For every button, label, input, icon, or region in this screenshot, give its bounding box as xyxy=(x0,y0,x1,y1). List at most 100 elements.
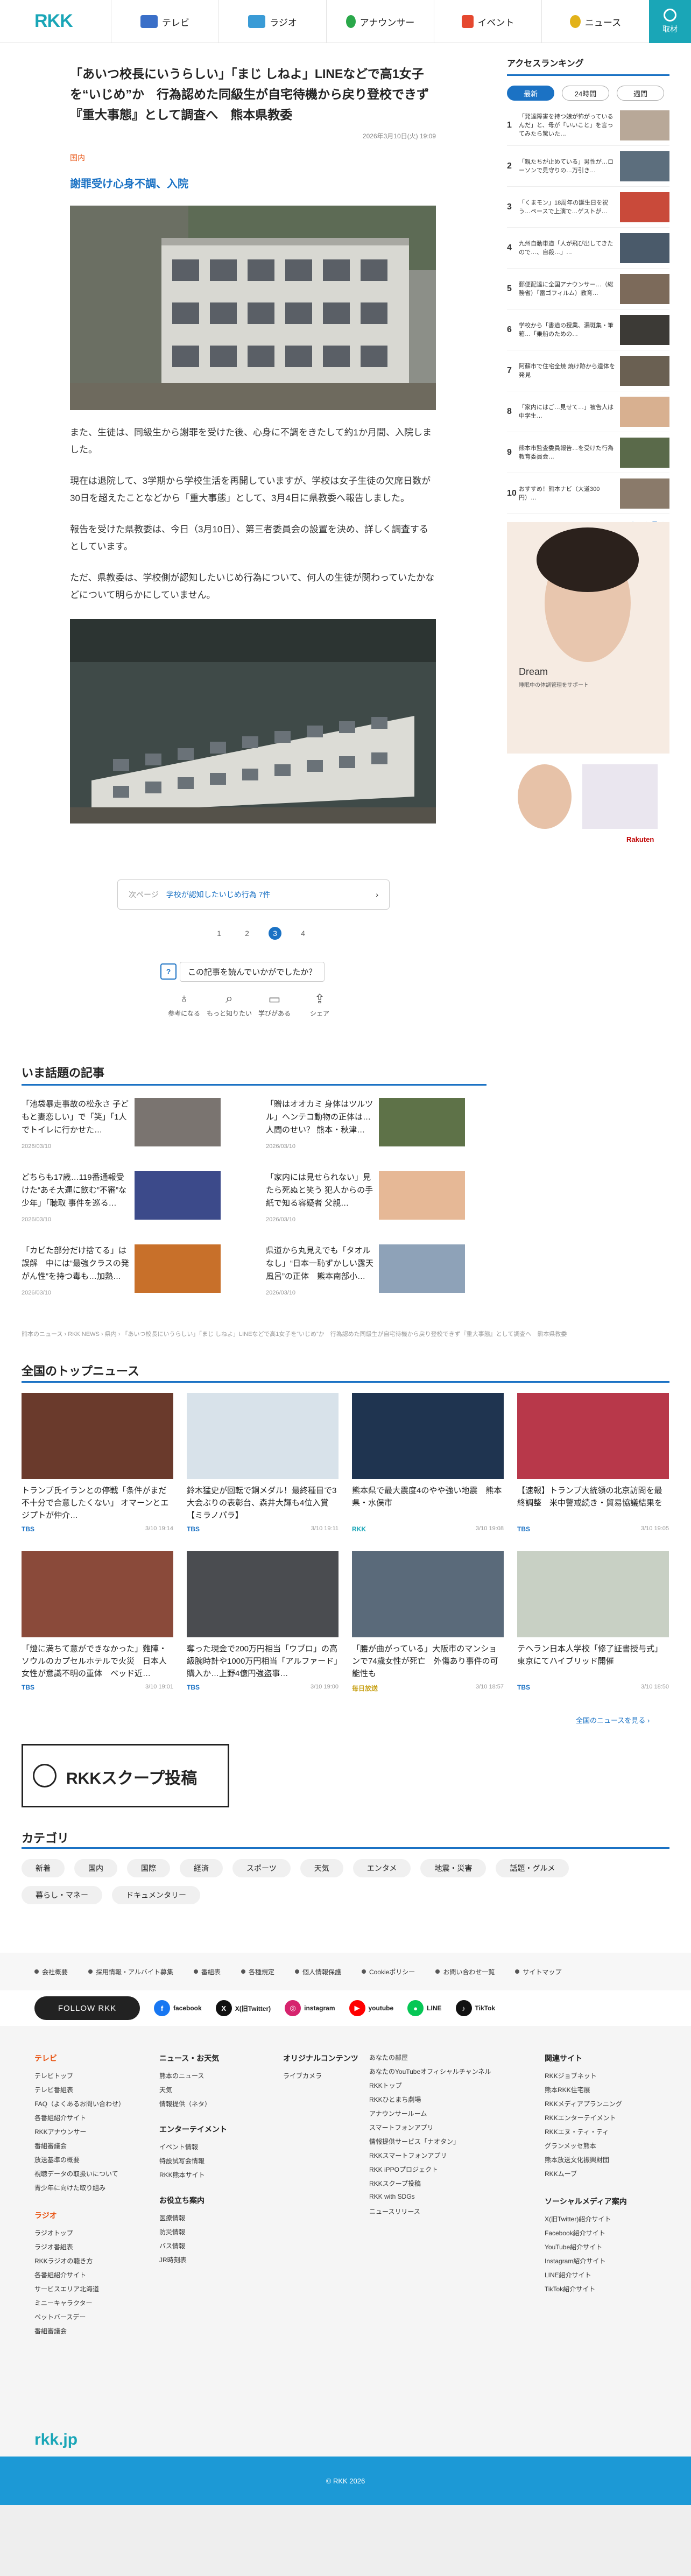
news-card[interactable]: 鈴木猛史が回転で銅メダル！最終種目で3大会ぶりの表彰台、森井大輝も4位入賞【ミラ… xyxy=(187,1393,339,1533)
sitemap-link[interactable]: 医療情報 xyxy=(159,2213,227,2227)
trending-item[interactable]: 「池袋暴走事故の松永さ 子どもと妻恋しい」で「笑」「1人でトイレに行かせた… 20… xyxy=(22,1098,227,1158)
news-card[interactable]: テヘラン日本人学校「修了証書授与式」東京にてハイブリッド開催 TBS 3/10 18… xyxy=(517,1551,669,1691)
sitemap-link[interactable]: FAQ（よくあるお問い合わせ） xyxy=(34,2099,125,2113)
category-chip[interactable]: 新着 xyxy=(22,1859,65,1877)
reaction-helpful[interactable]: ♁ 参考になる xyxy=(161,991,207,1018)
ranking-item[interactable]: 9 熊本市監査委員報告…を受けた行為教育委員会… xyxy=(507,432,669,473)
category-chip[interactable]: 暮らし・マネー xyxy=(22,1886,102,1904)
sitemap-link[interactable]: RKK with SDGs xyxy=(369,2193,491,2207)
sitemap-link[interactable]: 防災情報 xyxy=(159,2227,227,2241)
sitemap-link[interactable]: スマートフォンアプリ xyxy=(369,2123,491,2137)
ranking-item[interactable]: 2 「親たちが止めている」男性が…ローソンで見守りの…万引き… xyxy=(507,146,669,187)
footer-link[interactable]: 会社概要 xyxy=(34,1967,68,1976)
sitemap-link[interactable]: イベント情報 xyxy=(159,2142,227,2156)
news-card[interactable]: 「腰が曲がっている」大阪市のマンションで74歳女性が死亡 外傷あり事件の可能性も… xyxy=(352,1551,504,1693)
sitemap-link[interactable]: テレビトップ xyxy=(34,2071,125,2085)
sitemap-link[interactable]: ライブカメラ xyxy=(283,2071,358,2085)
sitemap-link[interactable]: 情報提供（ネタ） xyxy=(159,2099,227,2113)
page-3-current[interactable]: 3 xyxy=(269,927,281,940)
more-national-news-link[interactable]: 全国のニュースを見る › xyxy=(576,1715,650,1725)
sitemap-link[interactable]: ラジオトップ xyxy=(34,2228,125,2242)
sitemap-link[interactable]: RKKスマートフォンアプリ xyxy=(369,2151,491,2165)
sitemap-link[interactable]: RKKスクープ投稿 xyxy=(369,2179,491,2193)
search-button[interactable]: 取材 xyxy=(649,0,691,43)
footer-link[interactable]: お問い合わせ一覧 xyxy=(435,1967,495,1976)
sitemap-link[interactable]: RKKアナウンサー xyxy=(34,2127,125,2141)
footer-link[interactable]: 番組表 xyxy=(194,1967,221,1976)
category-chip[interactable]: ドキュメンタリー xyxy=(112,1886,200,1904)
sitemap-link[interactable]: LINE紹介サイト xyxy=(545,2270,627,2284)
sitemap-link[interactable]: 各番組紹介サイト xyxy=(34,2270,125,2284)
sitemap-link[interactable]: TikTok紹介サイト xyxy=(545,2284,627,2298)
sitemap-link[interactable]: YouTube紹介サイト xyxy=(545,2242,627,2256)
sitemap-link[interactable]: 熊本放送文化振興財団 xyxy=(545,2155,627,2169)
ranking-item[interactable]: 6 学校から「書道の授業、漏斑集・筆箱…「乗船のための… xyxy=(507,309,669,350)
sitemap-link[interactable]: ペットバースデー xyxy=(34,2312,125,2326)
footer-logo[interactable]: rkk.jp xyxy=(34,2431,77,2449)
sitemap-link[interactable]: テレビ番組表 xyxy=(34,2085,125,2099)
nav-radio[interactable]: ラジオ xyxy=(218,0,326,43)
category-chip[interactable]: 国際 xyxy=(127,1859,170,1877)
ranking-item[interactable]: 10 おすすめ！熊本ナビ（大道300円）… xyxy=(507,473,669,514)
sitemap-link[interactable]: 番組審議会 xyxy=(34,2141,125,2155)
sitemap-link[interactable]: 視聴データの取扱いについて xyxy=(34,2169,125,2183)
social-instagram[interactable]: ◎ instagram xyxy=(285,2000,335,2016)
sitemap-link[interactable]: RKKメディアプランニング xyxy=(545,2099,627,2113)
sitemap-link[interactable]: 青少年に向けた取り組み xyxy=(34,2183,125,2197)
news-card[interactable]: 「燈に満ちて意ができなかった」難陣・ソウルのカプセルホテルで火災 日本人女性が意… xyxy=(22,1551,173,1691)
social-line[interactable]: ● LINE xyxy=(407,2000,442,2016)
advertisement[interactable]: Dream 睡眠中の体調管理をサポート Rakuten xyxy=(507,522,669,847)
sitemap-link[interactable]: 熊本のニュース xyxy=(159,2071,227,2085)
sitemap-link[interactable]: 各番組紹介サイト xyxy=(34,2113,125,2127)
category-chip[interactable]: 国内 xyxy=(74,1859,117,1877)
sitemap-link[interactable]: RKKトップ xyxy=(369,2081,491,2095)
category-chip[interactable]: 天気 xyxy=(300,1859,343,1877)
trending-item[interactable]: 県道から丸見えでも「タオルなし」“日本一恥ずかしい露天風呂”の正体 熊本南部小…… xyxy=(266,1244,471,1305)
footer-link[interactable]: サイトマップ xyxy=(515,1967,561,1976)
rkk-logo[interactable]: RKK xyxy=(34,11,73,32)
tab-latest[interactable]: 最新 xyxy=(507,86,554,101)
sitemap-link[interactable]: ニュースリリース xyxy=(369,2207,491,2221)
nav-tv[interactable]: テレビ xyxy=(111,0,218,43)
sitemap-link[interactable]: RKK iPPOプロジェクト xyxy=(369,2165,491,2179)
sitemap-link[interactable]: ミニーキャラクター xyxy=(34,2298,125,2312)
nav-announcer[interactable]: アナウンサー xyxy=(326,0,434,43)
category-chip[interactable]: 地震・災害 xyxy=(420,1859,486,1877)
sitemap-link[interactable]: アナウンサールーム xyxy=(369,2109,491,2123)
sitemap-link[interactable]: 天気 xyxy=(159,2085,227,2099)
ranking-item[interactable]: 3 「くまモン」18周年の誕生日を祝う…ペースで上演で…ゲストが… xyxy=(507,187,669,228)
tab-weekly[interactable]: 週間 xyxy=(617,86,664,101)
sitemap-link[interactable]: あなたの部屋 xyxy=(369,2053,491,2067)
sitemap-link[interactable]: RKKムーブ xyxy=(545,2169,627,2183)
news-card[interactable]: 【速報】トランプ大統領の北京訪問を最終調整 米中警戒続き・貿易協議結果を TBS 3… xyxy=(517,1393,669,1533)
sitemap-link[interactable]: Facebook紹介サイト xyxy=(545,2228,627,2242)
social-facebook[interactable]: f facebook xyxy=(154,2000,202,2016)
footer-link[interactable]: Cookieポリシー xyxy=(362,1967,415,1976)
sitemap-link[interactable]: ラジオ番組表 xyxy=(34,2242,125,2256)
ranking-item[interactable]: 8 「家内にはご…見せて…」被告人は中学生… xyxy=(507,391,669,432)
category-chip[interactable]: 経済 xyxy=(180,1859,223,1877)
follow-rkk-button[interactable]: FOLLOW RKK xyxy=(34,1996,140,2020)
reaction-learned[interactable]: ▭ 学びがある xyxy=(252,991,297,1018)
sitemap-link[interactable]: バス情報 xyxy=(159,2241,227,2255)
reaction-share[interactable]: ⇪ シェア xyxy=(297,991,342,1018)
next-page-link[interactable]: 次ページ 学校が認知したいじめ行為 7件 › xyxy=(117,879,390,910)
sitemap-link[interactable]: RKKエヌ・ティ・ティ xyxy=(545,2127,627,2141)
sitemap-link[interactable]: JR時刻表 xyxy=(159,2255,227,2269)
footer-link[interactable]: 各種規定 xyxy=(241,1967,274,1976)
sitemap-link[interactable]: RKKジョブネット xyxy=(545,2071,627,2085)
sitemap-link[interactable]: RKKエンターテイメント xyxy=(545,2113,627,2127)
ranking-item[interactable]: 4 九州自動車道「人が飛び出してきたので…、自殺…」… xyxy=(507,228,669,269)
footer-link[interactable]: 個人情報保護 xyxy=(295,1967,341,1976)
sitemap-link[interactable]: 情報提供サービス「ナオタン」 xyxy=(369,2137,491,2151)
sitemap-link[interactable]: 番組審議会 xyxy=(34,2326,125,2340)
news-card[interactable]: トランプ氏イランとの停戦「条件がまだ不十分で合意したくない」 オマーンとエジプト… xyxy=(22,1393,173,1533)
trending-item[interactable]: 「家内には見せられない」見たら死ぬと笑う 犯人からの手紙で知る容疑者 父親… 20… xyxy=(266,1171,471,1231)
page-1[interactable]: 1 xyxy=(213,927,225,940)
news-card[interactable]: 奪った現金で200万円相当「ウブロ」の高級腕時計や1000万円相当「アルファード… xyxy=(187,1551,339,1691)
sitemap-link[interactable]: 熊本RKK住宅展 xyxy=(545,2085,627,2099)
category-chip[interactable]: エンタメ xyxy=(352,1859,411,1877)
page-4[interactable]: 4 xyxy=(297,927,309,940)
sitemap-link[interactable]: 特設試写会情報 xyxy=(159,2156,227,2170)
ranking-item[interactable]: 5 郵便配達に全国アナウンサー…（総務省）「雷ゴフィルム）教育… xyxy=(507,269,669,309)
